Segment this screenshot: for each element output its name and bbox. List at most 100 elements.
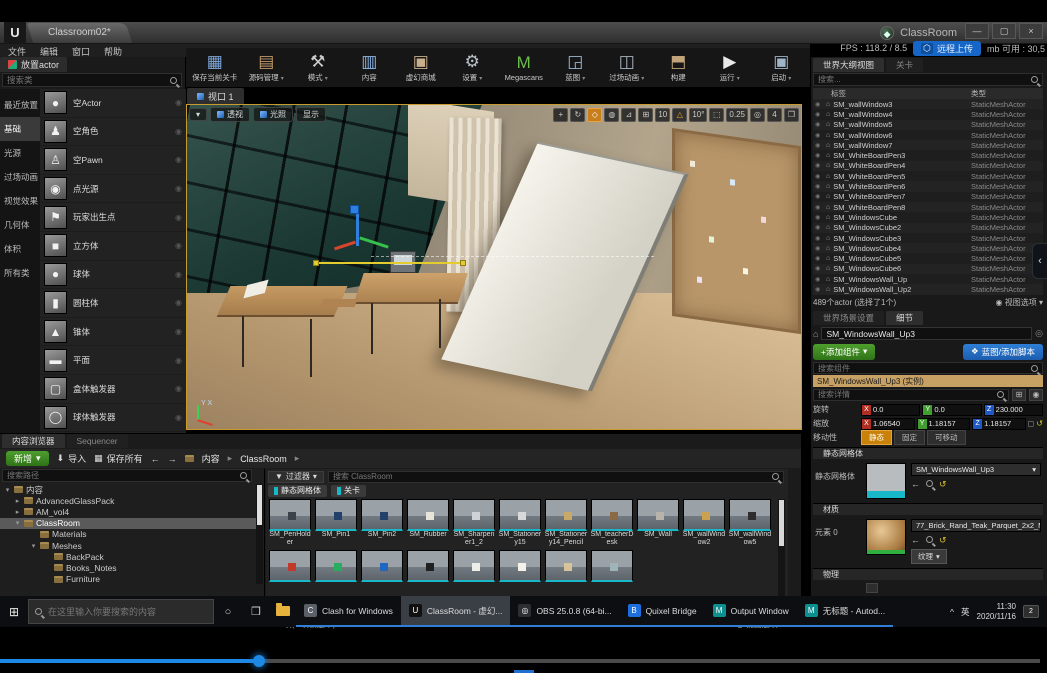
outliner-row[interactable]: ◉ ⌂ SM_wallWindow3 StaticMeshActor — [813, 99, 1043, 109]
expand-arrow-icon[interactable]: ▸ — [14, 497, 21, 505]
component-instance-row[interactable]: SM_WindowsWall_Up3 (实例) — [813, 375, 1043, 387]
browse-icon[interactable] — [926, 535, 933, 546]
place-actor-item[interactable]: ♙ 空Pawn ◉ — [40, 146, 186, 175]
place-actors-category[interactable]: 体积 — [0, 237, 40, 261]
asset-search[interactable]: 搜索 ClassRoom — [328, 471, 784, 483]
column-type[interactable]: 类型 — [971, 88, 1043, 99]
outliner-row[interactable]: ◉ ⌂ SM_WindowsCube StaticMeshActor — [813, 212, 1043, 222]
asset-tile[interactable] — [544, 550, 588, 599]
add-new-button[interactable]: 新增▾ — [6, 451, 49, 466]
outliner-row[interactable]: ◉ ⌂ SM_WhiteBoardPen6 StaticMeshActor — [813, 181, 1043, 191]
outliner-row[interactable]: ◉ ⌂ SM_WindowsCube4 StaticMeshActor — [813, 243, 1043, 253]
taskbar-app[interactable]: M 无标题 - Autod... — [797, 596, 893, 627]
visibility-eye-icon[interactable]: ◉ — [815, 183, 823, 190]
place-actors-category[interactable]: 几何体 — [0, 213, 40, 237]
scale-lock-icon[interactable]: ◻ — [1028, 419, 1035, 428]
asset-tile[interactable]: SM_teacherDesk — [590, 499, 634, 548]
place-actor-item[interactable]: ▮ 圆柱体 ◉ — [40, 289, 186, 318]
lit-mode-button[interactable]: 光照 — [253, 107, 293, 122]
rotation-z-field[interactable]: Z230.000 — [984, 404, 1043, 416]
visibility-eye-icon[interactable]: ◉ — [815, 132, 823, 139]
outliner-row[interactable]: ◉ ⌂ SM_WindowsCube6 StaticMeshActor — [813, 264, 1043, 274]
asset-tile[interactable]: SM_Sharpener1_2 — [452, 499, 496, 548]
blueprint-add-script-button[interactable]: ❖蓝图/添加脚本 — [963, 344, 1043, 360]
folder-tree-item[interactable]: BackPack — [0, 551, 256, 562]
project-tab[interactable]: Classroom02* — [27, 23, 132, 43]
outliner-row[interactable]: ◉ ⌂ SM_WindowsCube3 StaticMeshActor — [813, 233, 1043, 243]
show-button[interactable]: 显示 — [296, 107, 326, 122]
mobility-option[interactable]: 静态 — [861, 430, 892, 445]
selection-handle[interactable] — [313, 260, 319, 266]
outliner-view-options[interactable]: ◉ 视图选项 ▾ — [996, 297, 1043, 308]
visibility-eye-icon[interactable]: ◉ — [815, 224, 823, 231]
scale-tool-button[interactable]: ◇ — [587, 108, 602, 122]
visibility-eye-icon[interactable]: ◉ — [815, 255, 823, 262]
scale-z-field[interactable]: Z1.18157 — [972, 418, 1026, 430]
asset-tile[interactable]: SM_Rubber — [406, 499, 450, 548]
place-actor-item[interactable]: ◯ 球体触发器 ◉ — [40, 404, 186, 433]
visibility-eye-icon[interactable]: ◉ — [815, 214, 823, 221]
back-button[interactable]: ← — [151, 454, 160, 464]
viewport-tab[interactable]: 视口 1 — [187, 88, 244, 104]
cortana-button[interactable]: ○ — [214, 596, 242, 627]
rotation-y-field[interactable]: Y0.0 — [922, 404, 981, 416]
details-tab[interactable]: 世界场景设置 — [813, 311, 884, 325]
display-filter-eye-icon[interactable]: ◉ — [1029, 389, 1043, 401]
asset-tile[interactable] — [498, 550, 542, 599]
asset-tile[interactable]: SM_Wall — [636, 499, 680, 548]
expand-arrow-icon[interactable]: ▾ — [4, 486, 11, 494]
details-tab[interactable]: 细节 — [886, 311, 923, 325]
texture-button[interactable]: 纹理▾ — [911, 549, 947, 564]
outliner-row[interactable]: ◉ ⌂ SM_WhiteBoardPen3 StaticMeshActor — [813, 150, 1043, 160]
place-actor-item[interactable]: ⚑ 玩家出生点 ◉ — [40, 203, 186, 232]
place-actors-search[interactable]: 搜索类 — [2, 73, 182, 87]
static-mesh-thumbnail[interactable] — [866, 463, 906, 499]
visibility-eye-icon[interactable]: ◉ — [815, 162, 823, 169]
visibility-eye-icon[interactable]: ◉ — [815, 204, 823, 211]
asset-tile[interactable] — [314, 550, 358, 599]
language-indicator[interactable]: 英 — [961, 606, 970, 618]
component-search[interactable]: 搜索组件 — [813, 362, 1043, 374]
save-all-button[interactable]: ▦保存所有 — [94, 452, 143, 465]
static-mesh-section-header[interactable]: 静态网格体 — [813, 447, 1043, 459]
tray-chevron[interactable]: ^ — [950, 607, 954, 617]
outliner-row[interactable]: ◉ ⌂ SM_WhiteBoardPen8 StaticMeshActor — [813, 202, 1043, 212]
menu-item[interactable]: 帮助 — [104, 45, 122, 58]
taskbar-app[interactable]: U ClassRoom - 虚幻... — [401, 596, 511, 627]
scale-snap-icon-button[interactable]: ⬚ — [709, 108, 724, 122]
visibility-eye-icon[interactable]: ◉ — [815, 152, 823, 159]
visibility-eye-icon[interactable]: ◉ — [815, 173, 823, 180]
asset-tile[interactable]: SM_Pin1 — [314, 499, 358, 548]
asset-tile[interactable]: SM_Stationery14_Pencil — [544, 499, 588, 548]
material-dropdown[interactable]: 77_Brick_Rand_Teak_Parquet_2x2_M▾ — [911, 519, 1041, 532]
rotation-snap-value[interactable]: 10° — [689, 108, 707, 122]
material-thumbnail[interactable] — [866, 519, 906, 555]
taskbar-app[interactable]: M Output Window — [705, 596, 797, 627]
visibility-eye-icon[interactable]: ◉ — [815, 235, 823, 242]
folder-tree-item[interactable]: ▸ AdvancedGlassPack — [0, 495, 256, 506]
asset-tile[interactable]: SM_Stationery15 — [498, 499, 542, 548]
taskbar-app[interactable]: ◎ OBS 25.0.8 (64-bi... — [510, 596, 619, 627]
place-actors-category[interactable]: 基础 — [0, 117, 40, 141]
tree-scrollbar[interactable] — [256, 484, 263, 584]
toolbar-button[interactable]: ▣ 虚幻商城 — [396, 49, 446, 87]
lock-icon[interactable]: ◎ — [1035, 328, 1043, 339]
place-actors-tab[interactable]: 放置actor — [0, 57, 67, 72]
visibility-eye-icon[interactable]: ◉ — [815, 101, 823, 108]
toolbar-button[interactable]: ▣ 启动 ▾ — [757, 49, 807, 87]
toolbar-button[interactable]: ▦ 保存当前关卡 — [190, 49, 240, 87]
place-actors-category[interactable]: 过场动画 — [0, 165, 40, 189]
minimize-button[interactable]: — — [965, 23, 989, 39]
close-button[interactable]: × — [1019, 23, 1043, 39]
asset-tile[interactable] — [590, 550, 634, 599]
scale-x-field[interactable]: X1.06540 — [861, 418, 915, 430]
actor-name-field[interactable]: SM_WindowsWall_Up3 — [821, 327, 1032, 340]
path-search[interactable]: 搜索路径 — [2, 469, 252, 482]
video-progress-bar[interactable] — [0, 659, 1040, 663]
breadcrumb-current[interactable]: ClassRoom — [240, 454, 287, 464]
materials-section-header[interactable]: 材质 — [813, 503, 1043, 515]
rotation-x-field[interactable]: X0.0 — [861, 404, 920, 416]
taskbar-app[interactable]: B Quixel Bridge — [620, 596, 705, 627]
use-selected-icon[interactable]: ← — [911, 479, 920, 490]
folder-tree-item[interactable]: ▾ 内容 — [0, 484, 256, 495]
